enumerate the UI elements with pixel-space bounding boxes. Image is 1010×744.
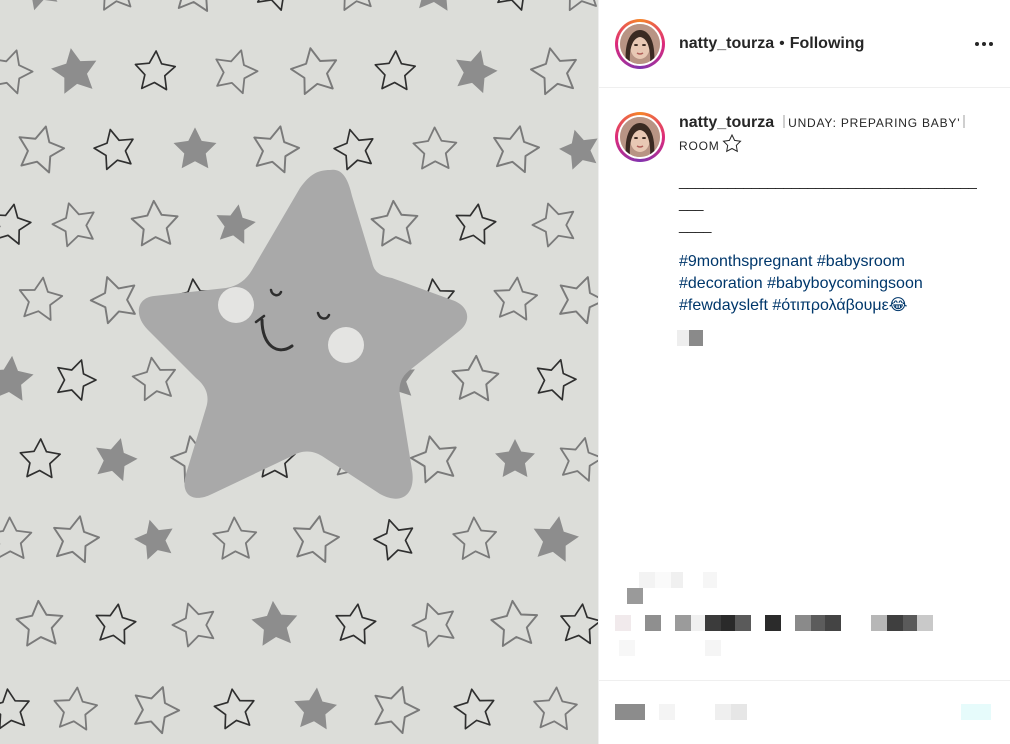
instagram-post: natty_tourza • Following natty_tourza UN… (0, 0, 1010, 744)
pixelated-region (619, 572, 717, 588)
pixelated-region (677, 330, 703, 346)
pixelated-region (627, 588, 643, 604)
pixelated-region (615, 615, 933, 631)
star-wallpaper-image (0, 0, 598, 744)
caption-hashtags: #9monthspregnant #babysroom #decoration … (679, 251, 979, 317)
avatar[interactable] (615, 18, 665, 69)
avatar-photo (620, 23, 660, 64)
caption-username[interactable]: natty_tourza (679, 114, 774, 131)
post-header: natty_tourza • Following (599, 0, 1010, 88)
following-button[interactable]: Following (790, 35, 865, 53)
pixelated-region (619, 640, 721, 656)
hashtag-link[interactable]: #fewdaysleft (679, 297, 768, 314)
post-caption: natty_tourza UNDAY: PREPARING BABY' ROOM … (599, 88, 1010, 317)
hashtag-link[interactable]: #decoration (679, 275, 763, 292)
caption-body: natty_tourza UNDAY: PREPARING BABY' ROOM … (679, 112, 979, 317)
star-outline-icon (721, 134, 742, 153)
header-username[interactable]: natty_tourza (679, 35, 774, 53)
hashtag-link[interactable]: #9monthspregnant (679, 253, 812, 270)
post-image[interactable] (0, 0, 598, 744)
pixelated-region (615, 704, 747, 720)
more-horizontal-icon[interactable] (972, 32, 996, 56)
header-separator: • (779, 34, 785, 52)
hashtag-link[interactable]: #ότιπρολάβουμε😂 (772, 297, 907, 314)
caption-title-tail: ROOM (679, 139, 720, 153)
hashtag-link[interactable]: #babyboycomingsoon (767, 275, 923, 292)
pixelated-region (961, 704, 991, 720)
caption-avatar-photo (620, 117, 660, 157)
hashtag-link[interactable]: #babysroom (817, 253, 905, 270)
comment-divider (599, 680, 1010, 681)
caption-avatar[interactable] (615, 112, 665, 162)
caption-title: UNDAY: PREPARING BABY (788, 116, 958, 130)
caption-divider: ________________________________________… (679, 173, 977, 234)
post-side-panel: natty_tourza • Following natty_tourza UN… (598, 0, 1010, 744)
